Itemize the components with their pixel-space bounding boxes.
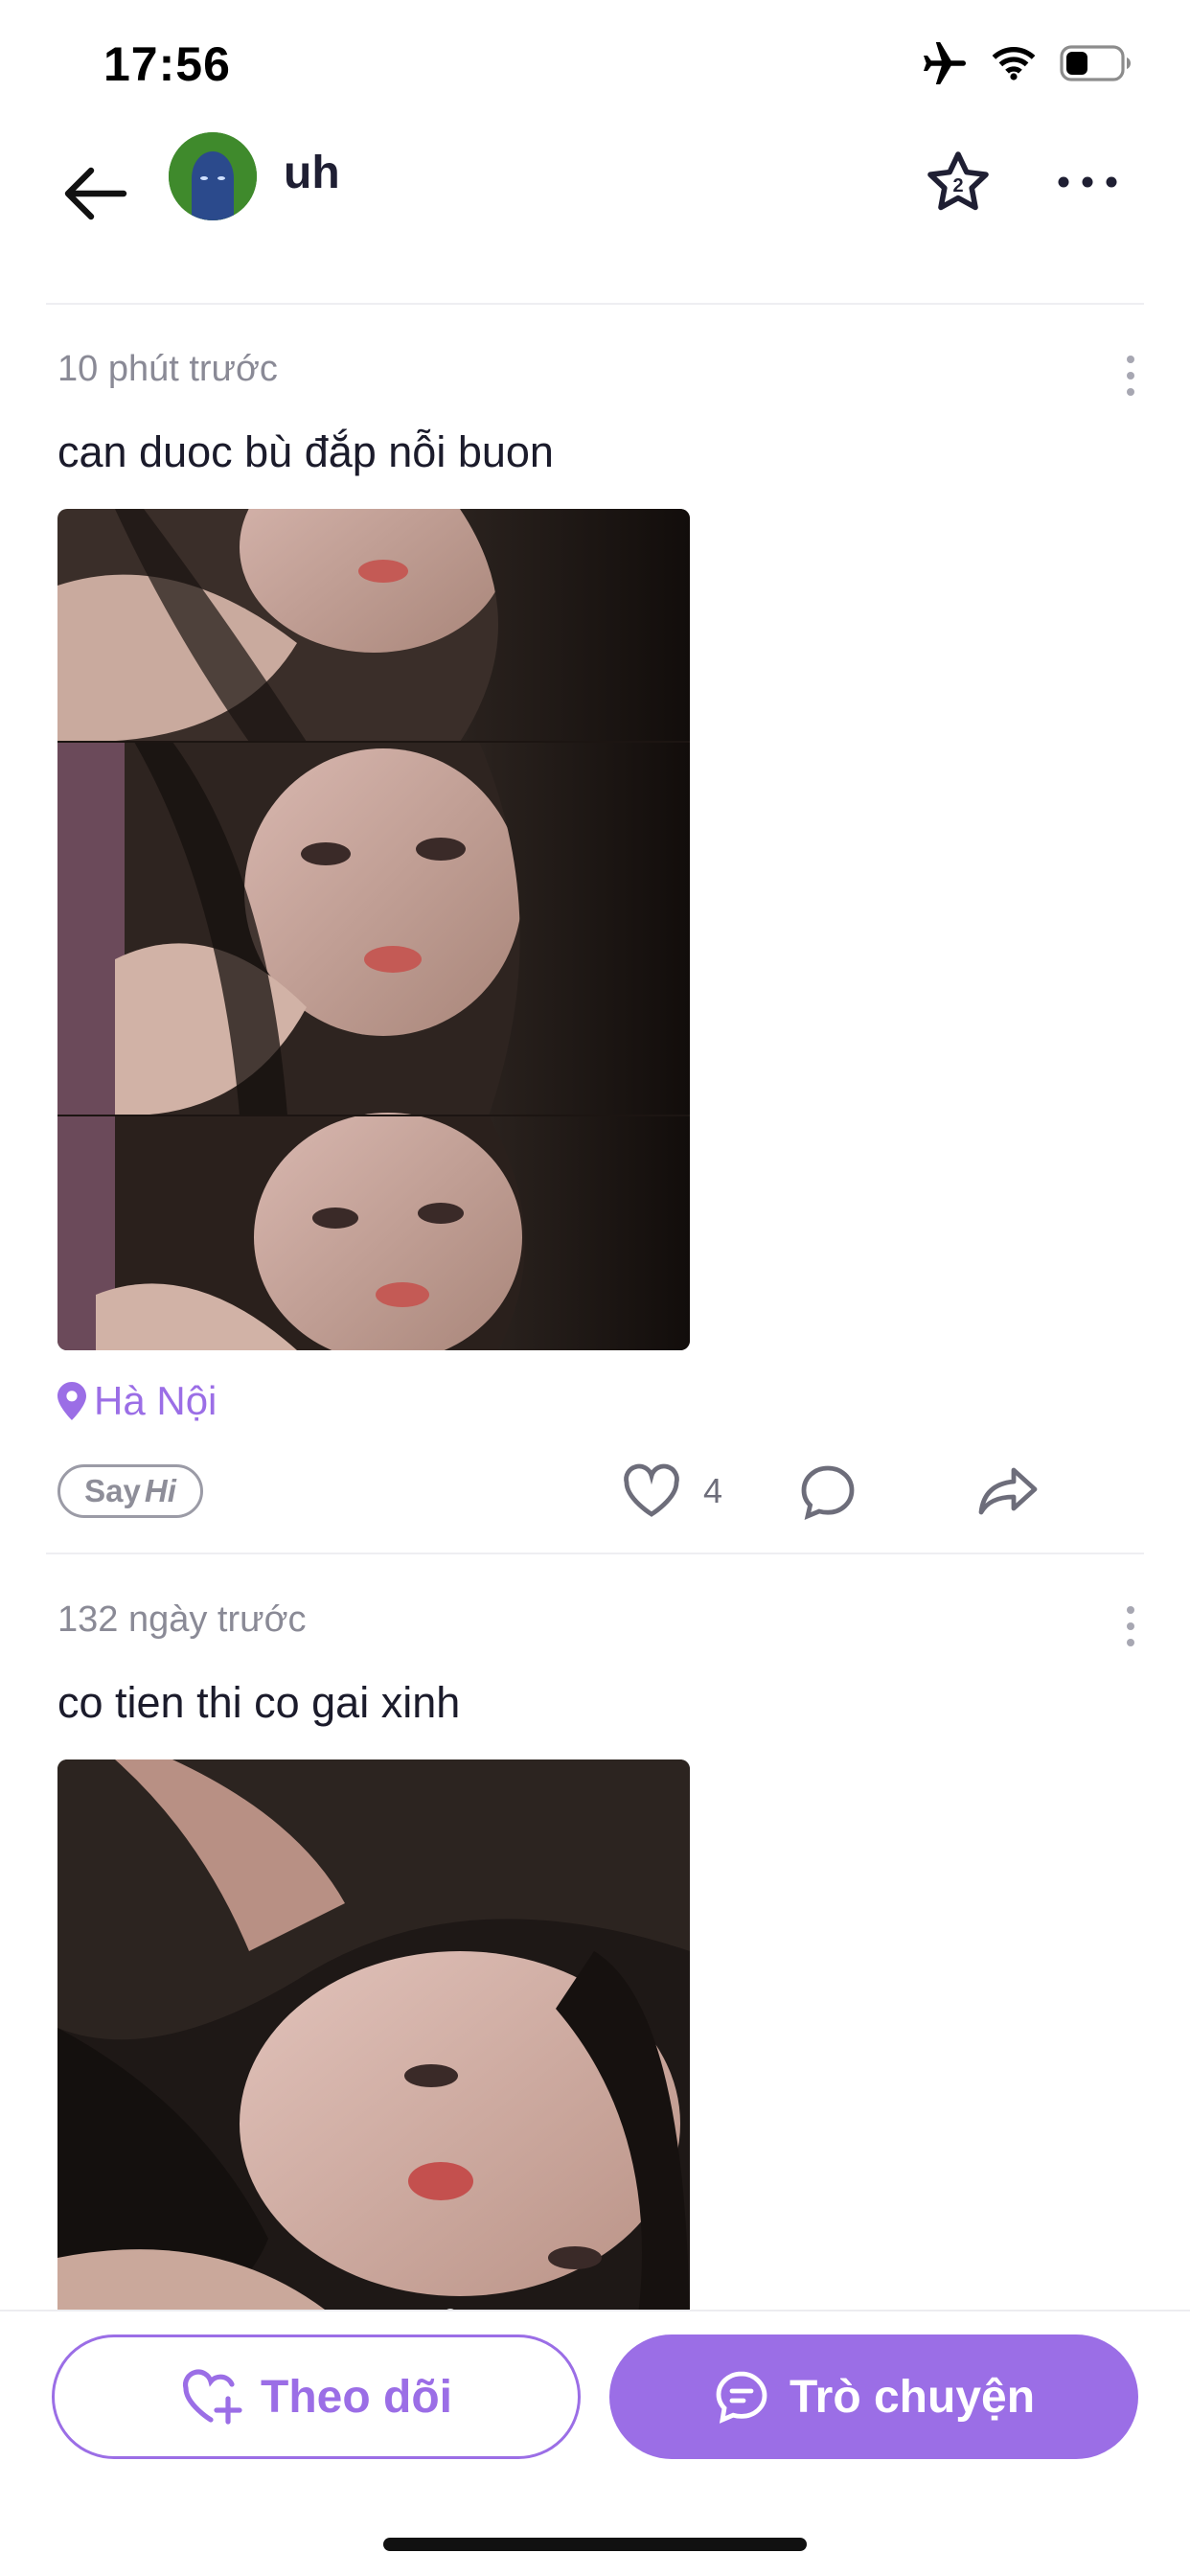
arrow-left-icon [64,167,127,220]
heart-plus-icon [182,2369,242,2425]
ellipsis-icon [1058,176,1117,188]
wifi-icon [992,47,1036,80]
status-bar: 17:56 [0,0,1190,129]
avatar-image [169,132,257,220]
comment-button[interactable] [797,1460,858,1527]
post-menu-button[interactable] [1113,347,1148,404]
post-divider [46,1552,1144,1554]
location-label: Hà Nội [94,1378,217,1423]
chat-button[interactable]: Trò chuyện [609,2334,1138,2459]
post-actions: Say Hi 4 [0,1457,1190,1533]
photo-image [57,1760,690,2310]
post-menu-button[interactable] [1113,1598,1148,1655]
post-text: co tien thi co gai xinh [57,1678,461,1727]
post-photo[interactable] [57,509,690,1350]
status-icons [922,42,1133,84]
post-card: 132 ngày trước co tien thi co gai xinh [0,1555,1190,2310]
status-time: 17:56 [103,37,231,91]
star-icon: 2 [927,151,989,211]
chat-label: Trò chuyện [789,2371,1036,2423]
say-hi-label-emphasis: Hi [144,1473,176,1508]
avatar[interactable] [169,132,257,220]
follow-label: Theo dõi [261,2371,452,2423]
post-text: can duoc bù đắp nỗi buon [57,427,554,476]
follow-button[interactable]: Theo dõi [52,2334,581,2459]
back-button[interactable] [53,150,139,237]
post-card: 10 phút trước can duoc bù đắp nỗi buon H… [0,305,1190,1555]
username-title[interactable]: uh [284,147,340,199]
battery-icon [1060,45,1131,81]
nav-bar: uh 2 [0,129,1190,259]
say-hi-button[interactable]: Say Hi [57,1464,203,1518]
say-hi-label: Say [84,1473,141,1508]
heart-icon [624,1463,679,1517]
comment-icon [801,1465,855,1521]
post-location[interactable]: Hà Nội [57,1378,217,1424]
photo-collage [57,509,690,1350]
more-options-button[interactable] [1044,139,1131,225]
home-indicator[interactable] [383,2538,807,2551]
post-time: 132 ngày trước [57,1599,307,1640]
chat-bubble-icon [716,2371,767,2424]
bottom-action-bar: Theo dõi Trò chuyện [0,2310,1190,2576]
favorite-button[interactable]: 2 [915,139,1001,225]
post-time: 10 phút trước [57,349,278,389]
like-count: 4 [703,1471,723,1510]
svg-text:2: 2 [952,175,963,196]
like-button[interactable]: 4 [621,1460,722,1522]
post-photo[interactable] [57,1760,690,2310]
location-pin-icon [57,1382,86,1420]
share-icon [978,1467,1038,1515]
airplane-icon [924,42,966,84]
share-button[interactable] [975,1460,1041,1527]
